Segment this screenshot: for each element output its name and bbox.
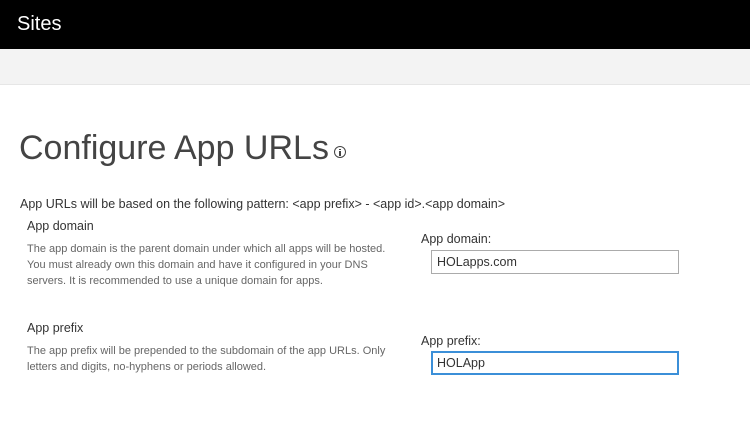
info-icon-dot (339, 148, 341, 151)
info-icon[interactable] (334, 146, 346, 158)
app-domain-section-title: App domain (27, 219, 94, 233)
url-pattern-description: App URLs will be based on the following … (20, 197, 506, 211)
app-domain-input[interactable] (431, 250, 679, 274)
app-prefix-section-title: App prefix (27, 321, 84, 335)
app-prefix-input[interactable] (431, 351, 679, 375)
app-domain-section-description: The app domain is the parent domain unde… (27, 243, 386, 287)
app-domain-label: App domain: (421, 232, 492, 246)
suite-bar: Sites (0, 0, 750, 49)
app-title[interactable]: Sites (17, 11, 61, 37)
info-icon-bar (339, 151, 341, 156)
app-prefix-label: App prefix: (421, 334, 481, 348)
app-prefix-section-description: The app prefix will be prepended to the … (27, 345, 386, 373)
page-title: Configure App URLs (19, 129, 329, 167)
ribbon-bar (0, 49, 750, 85)
